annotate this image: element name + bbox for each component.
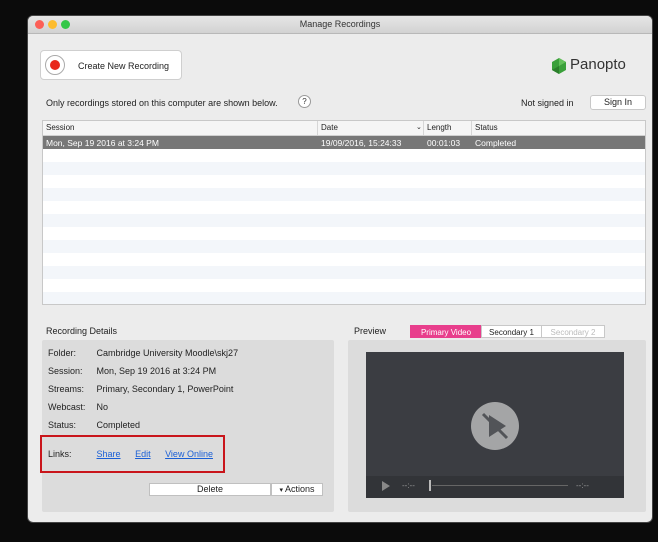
- recording-details-title: Recording Details: [46, 326, 118, 336]
- create-new-recording-label: Create New Recording: [78, 61, 170, 71]
- row-length: 00:01:03: [427, 138, 461, 148]
- links-highlight-box: [40, 435, 225, 473]
- streams-value: Primary, Secondary 1, PowerPoint: [96, 384, 234, 394]
- help-icon[interactable]: ?: [298, 95, 311, 108]
- title-bar: Manage Recordings: [28, 16, 652, 34]
- column-length[interactable]: Length: [427, 123, 451, 132]
- manage-recordings-window: Manage Recordings Create New Recording P…: [28, 16, 652, 522]
- tab-secondary-1[interactable]: Secondary 1: [481, 325, 542, 338]
- delete-button[interactable]: Delete: [149, 483, 271, 496]
- status-label: Status:: [48, 420, 77, 430]
- current-time: --:--: [402, 481, 415, 490]
- empty-row: [43, 253, 645, 266]
- empty-row: [43, 292, 645, 304]
- empty-row: [43, 240, 645, 253]
- play-icon[interactable]: [382, 481, 390, 491]
- detail-webcast: Webcast: No: [48, 402, 108, 412]
- recordings-table: Session Date ⌄ Length Status Mon, Sep 19…: [42, 120, 646, 305]
- play-unavailable-icon: [471, 402, 519, 450]
- empty-row: [43, 279, 645, 292]
- panopto-logo: Panopto: [550, 56, 646, 74]
- video-player: --:-- --:--: [366, 352, 624, 498]
- tab-secondary-2: Secondary 2: [541, 325, 605, 338]
- actions-label: Actions: [284, 484, 315, 494]
- webcast-value: No: [96, 402, 109, 412]
- record-icon: [45, 55, 65, 75]
- panopto-logo-text: Panopto: [570, 56, 626, 73]
- folder-label: Folder:: [48, 348, 77, 358]
- detail-streams: Streams: Primary, Secondary 1, PowerPoin…: [48, 384, 233, 394]
- session-label: Session:: [48, 366, 83, 376]
- sign-in-button[interactable]: Sign In: [590, 95, 646, 110]
- streams-label: Streams:: [48, 384, 85, 394]
- local-recordings-notice: Only recordings stored on this computer …: [46, 98, 278, 108]
- sort-descending-icon: ⌄: [416, 124, 422, 131]
- row-session: Mon, Sep 19 2016 at 3:24 PM: [46, 138, 159, 148]
- total-time: --:--: [576, 481, 589, 490]
- webcast-label: Webcast:: [48, 402, 86, 412]
- detail-folder: Folder: Cambridge University Moodle\skj2…: [48, 348, 238, 358]
- column-date[interactable]: Date: [321, 123, 338, 132]
- window-title: Manage Recordings: [299, 19, 381, 29]
- table-header: Session Date ⌄ Length Status: [43, 121, 645, 136]
- create-new-recording-button[interactable]: Create New Recording: [40, 50, 182, 80]
- actions-dropdown[interactable]: ▾ Actions: [271, 483, 323, 496]
- empty-row: [43, 227, 645, 240]
- column-status[interactable]: Status: [475, 123, 498, 132]
- column-session[interactable]: Session: [46, 123, 74, 132]
- row-status: Completed: [475, 138, 517, 148]
- empty-row: [43, 201, 645, 214]
- folder-value: Cambridge University Moodle\skj27: [96, 348, 239, 358]
- detail-status: Status: Completed: [48, 420, 140, 430]
- session-value: Mon, Sep 19 2016 at 3:24 PM: [96, 366, 217, 376]
- empty-row: [43, 188, 645, 201]
- empty-row: [43, 214, 645, 227]
- empty-row: [43, 149, 645, 162]
- tab-primary-video[interactable]: Primary Video: [410, 325, 482, 338]
- preview-title: Preview: [354, 326, 387, 336]
- player-controls: --:-- --:--: [366, 476, 624, 498]
- preview-panel: --:-- --:--: [348, 340, 646, 512]
- scrub-handle[interactable]: [429, 480, 431, 491]
- sign-in-status: Not signed in: [521, 98, 574, 108]
- table-row[interactable]: Mon, Sep 19 2016 at 3:24 PM 19/09/2016, …: [43, 136, 645, 149]
- row-date: 19/09/2016, 15:24:33: [321, 138, 402, 148]
- status-value: Completed: [96, 420, 141, 430]
- scrub-bar[interactable]: [432, 485, 568, 486]
- panopto-logo-icon: [552, 58, 566, 74]
- empty-row: [43, 175, 645, 188]
- empty-row: [43, 162, 645, 175]
- empty-row: [43, 266, 645, 279]
- detail-session: Session: Mon, Sep 19 2016 at 3:24 PM: [48, 366, 216, 376]
